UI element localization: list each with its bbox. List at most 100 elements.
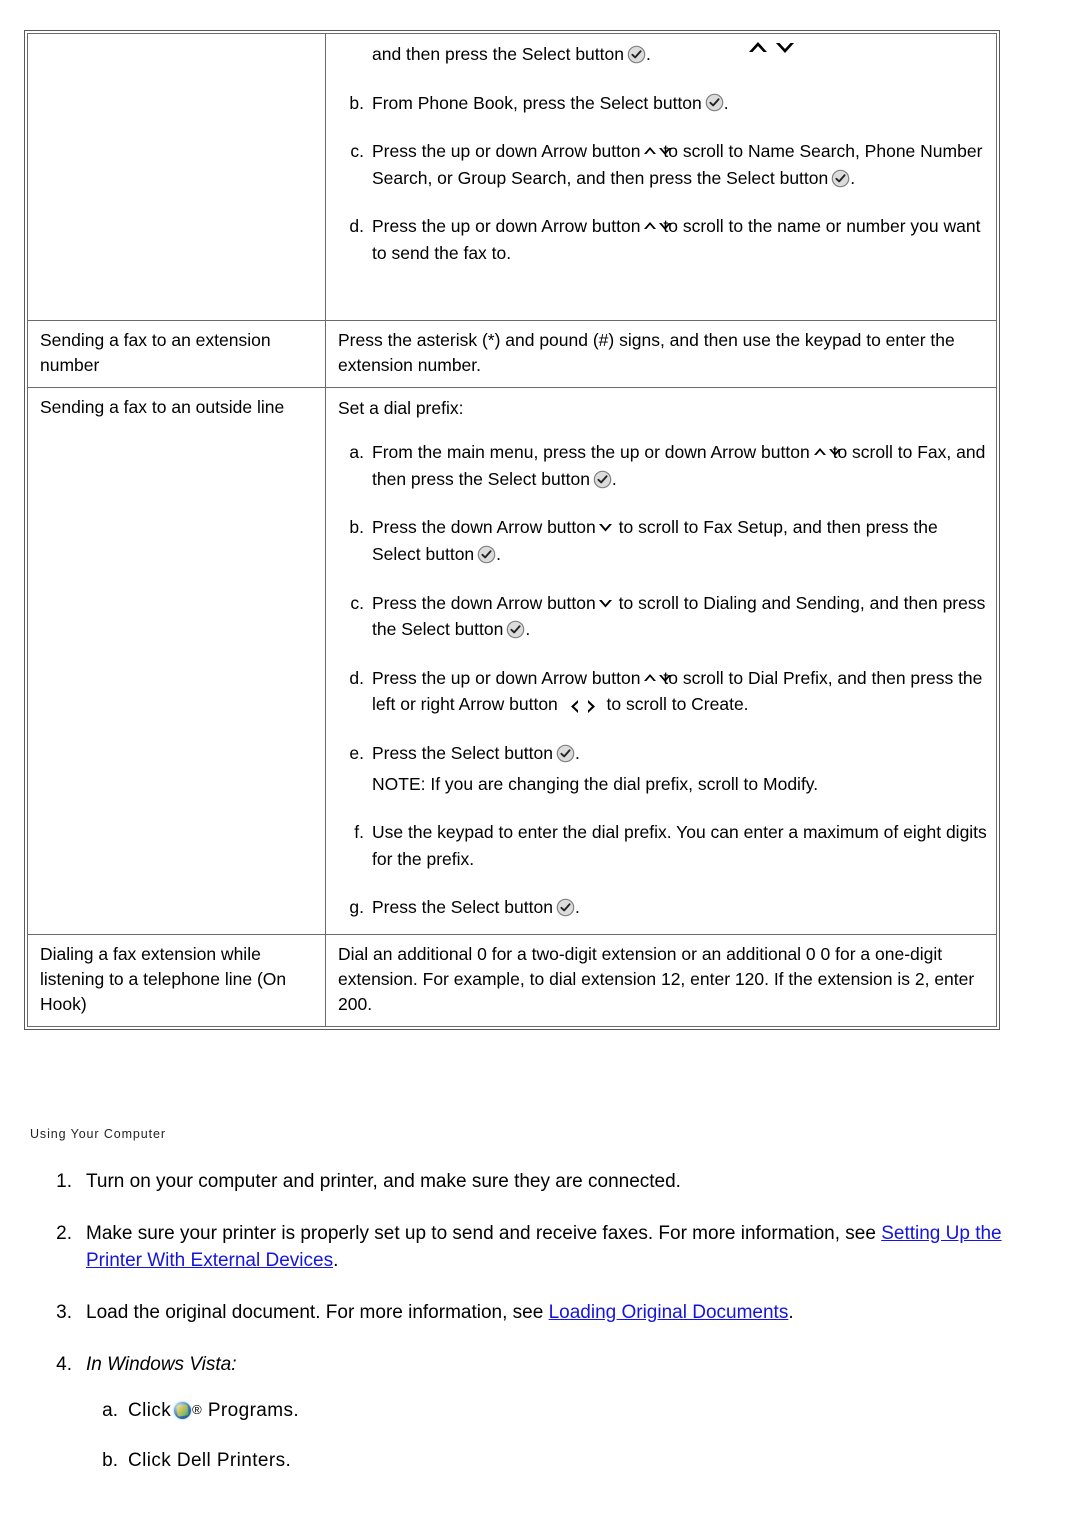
list-marker: b. — [349, 517, 364, 538]
table-row: Sending a fax to an extension number Pre… — [27, 320, 997, 388]
list-item: d. Press the up or down Arrow button to … — [338, 213, 987, 266]
step-text: In Windows Vista: — [86, 1353, 237, 1375]
list-marker: b. — [102, 1450, 118, 1472]
step-text: Press the down Arrow button — [372, 517, 596, 538]
list-item: b. From Phone Book, press the Select but… — [338, 90, 987, 117]
list-marker: a. — [102, 1399, 118, 1421]
step-text: Use the keypad to enter the dial prefix.… — [372, 822, 987, 869]
select-button-icon — [593, 470, 612, 489]
alpha-step-list: b. From Phone Book, press the Select but… — [338, 90, 987, 267]
select-button-icon — [506, 620, 525, 639]
list-item: 3. Load the original document. For more … — [24, 1299, 1034, 1327]
list-marker: 3. — [56, 1302, 72, 1324]
row-lead: Set a dial prefix: — [338, 397, 464, 418]
table-cell-body: Press the asterisk (*) and pound (#) sig… — [325, 320, 997, 388]
table-cell-body: Set a dial prefix: a. From the main menu… — [325, 386, 997, 936]
list-marker: b. — [349, 92, 364, 113]
table-cell-body: Dial an additional 0 for a two-digit ext… — [325, 934, 997, 1027]
list-marker: 4. — [56, 1353, 72, 1375]
fax-options-table-inner: and then press the Select button. b. Fro… — [27, 33, 997, 1027]
list-item: d. Press the up or down Arrow button to … — [338, 665, 987, 718]
windows-vista-substeps: a. Click ® Programs. b. Click Dell Printe… — [86, 1397, 1034, 1476]
select-button-icon — [477, 545, 496, 564]
list-item: g. Press the Select button. — [338, 894, 987, 921]
section-heading: Using Your Computer — [30, 1127, 166, 1141]
list-item: c. Press the down Arrow button to scroll… — [338, 590, 987, 643]
list-marker: c. — [350, 141, 364, 162]
list-marker: a. — [349, 442, 364, 463]
list-item: 1. Turn on your computer and printer, an… — [24, 1168, 1034, 1196]
step-text-end: . — [850, 167, 856, 188]
up-down-arrow-icon — [812, 444, 841, 460]
link-loading-original-documents[interactable]: Loading Original Documents — [549, 1302, 789, 1323]
step-text: Press the Select button — [372, 897, 553, 918]
step-text-end: . — [788, 1302, 794, 1324]
table-cell-body: and then press the Select button. b. Fro… — [325, 33, 997, 321]
procedure-step-list: 1. Turn on your computer and printer, an… — [24, 1168, 1034, 1500]
step-text-end: Programs. — [207, 1399, 300, 1421]
step-text: Turn on your computer and printer, and m… — [86, 1171, 681, 1192]
table-row: Dialing a fax extension while listening … — [27, 934, 997, 1027]
table-cell-label: Sending a fax to an extension number — [27, 320, 326, 388]
fax-options-table: and then press the Select button. b. Fro… — [24, 30, 1000, 1030]
step-text: Make sure your printer is properly set u… — [86, 1222, 882, 1244]
select-button-icon — [831, 169, 850, 188]
row-label: Sending a fax to an extension number — [40, 330, 271, 375]
step-text: Press the up or down Arrow button — [372, 216, 641, 237]
table-cell-label — [27, 33, 326, 321]
list-marker: g. — [349, 897, 364, 918]
select-button-icon — [556, 744, 575, 763]
down-arrow-icon — [598, 595, 613, 611]
table-cell-label: Dialing a fax extension while listening … — [27, 934, 326, 1027]
step-text: Press the Select button — [372, 743, 553, 764]
list-marker: d. — [349, 667, 364, 688]
step-text: Press the up or down Arrow button — [372, 667, 641, 688]
list-item: a. Click ® Programs. — [86, 1397, 1034, 1426]
registered-mark: ® — [192, 1401, 203, 1417]
alpha-step-list: a. From the main menu, press the up or d… — [338, 439, 987, 766]
note-text: NOTE: If you are changing the dial prefi… — [372, 773, 819, 794]
left-right-arrow-icon — [567, 696, 599, 713]
table-cell-label: Sending a fax to an outside line — [27, 386, 326, 936]
list-marker: 1. — [56, 1171, 72, 1192]
list-marker: 2. — [56, 1222, 72, 1244]
table-row: Sending a fax to an outside line Set a d… — [27, 386, 997, 936]
step-text-end: . — [645, 44, 651, 64]
step-text-end: . — [496, 544, 502, 565]
step-text-end: to scroll to Create. — [606, 694, 749, 715]
step-text: Press the down Arrow button — [372, 592, 596, 613]
list-marker: e. — [349, 743, 364, 764]
row-label: Dialing a fax extension while listening … — [40, 944, 287, 1014]
list-item: 4. In Windows Vista: a. Click ® Programs.… — [24, 1351, 1034, 1476]
step-text: Press the up or down Arrow button — [372, 141, 641, 162]
step-text-end: . — [525, 619, 531, 640]
step-text: From the main menu, press the up or down… — [372, 442, 810, 463]
list-item: f. Use the keypad to enter the dial pref… — [338, 819, 987, 872]
list-item: b. Click Dell Printers. — [86, 1447, 1034, 1476]
step-text-end: . — [723, 92, 729, 113]
select-button-icon — [556, 898, 575, 917]
list-marker: d. — [349, 216, 364, 237]
list-item: c. Press the up or down Arrow button to … — [338, 138, 987, 191]
step-text-end: . — [333, 1250, 339, 1272]
list-item: 2. Make sure your printer is properly se… — [24, 1220, 1034, 1275]
step-text-end: . — [574, 897, 580, 918]
step-text-end: . — [611, 468, 617, 489]
step-continuation: and then press the Select button. — [338, 41, 987, 68]
step-text-end: . — [574, 743, 580, 764]
list-item: b. Press the down Arrow button to scroll… — [338, 514, 987, 567]
list-marker: c. — [350, 592, 364, 613]
windows-vista-orb-icon — [174, 1401, 192, 1419]
down-arrow-icon — [598, 519, 613, 535]
list-marker: f. — [354, 822, 364, 843]
row-body: Dial an additional 0 for a two-digit ext… — [338, 944, 975, 1014]
up-down-arrow-icon — [642, 670, 672, 686]
step-text: Load the original document. For more inf… — [86, 1302, 549, 1324]
row-body: Press the asterisk (*) and pound (#) sig… — [338, 330, 955, 375]
step-text: Click Dell Printers. — [128, 1450, 292, 1472]
select-button-icon — [705, 93, 724, 112]
step-text: From Phone Book, press the Select button — [372, 92, 702, 113]
step-text: and then press the Select button — [372, 44, 624, 64]
up-down-arrow-icon — [642, 218, 672, 234]
list-item: a. From the main menu, press the up or d… — [338, 439, 987, 492]
